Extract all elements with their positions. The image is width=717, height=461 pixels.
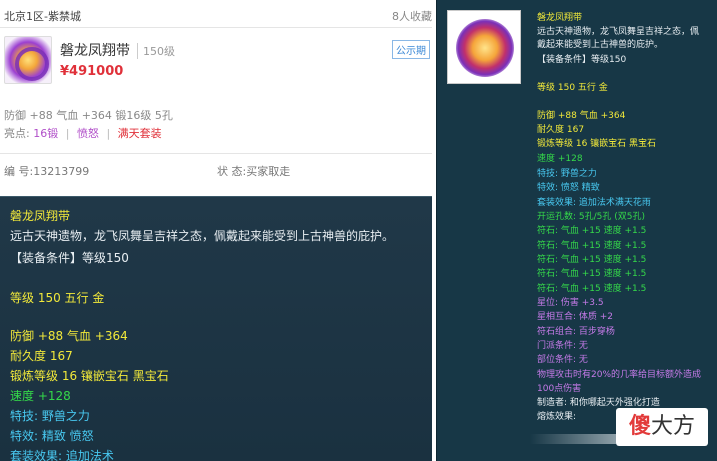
item-icon[interactable] — [4, 36, 52, 84]
tooltip-line-9: 特效: 精致 愤怒 — [10, 429, 94, 443]
server-label: 北京1区-紫禁城 — [4, 10, 81, 23]
detail-line-25: 制造者: 和你哪起天外强化打造 — [537, 398, 660, 408]
detail-line-22: 部位条件: 无 — [537, 355, 588, 365]
detail-line-10: 特效: 愤怒 精致 — [537, 183, 600, 193]
item-price: ¥491000 — [60, 64, 124, 79]
detail-line-11: 套装效果: 追加法术满天花雨 — [537, 198, 651, 208]
detail-line-23: 物理攻击时有20%的几率给目标额外造成 — [537, 370, 702, 380]
watermark-logo: 傻大方 — [616, 408, 708, 446]
detail-line-14: 符石: 气血 +15 速度 +1.5 — [537, 241, 647, 251]
listing-header: 北京1区-紫禁城 8人收藏 — [0, 0, 432, 28]
item-stats: 防御 +88 气血 +364 锻16级 5孔 — [4, 109, 173, 122]
tooltip-line-7: 速度 +128 — [10, 389, 71, 403]
detail-line-9: 特技: 野兽之力 — [537, 169, 597, 179]
detail-line-16: 符石: 气血 +15 速度 +1.5 — [537, 269, 647, 279]
detail-line-24: 100点伤害 — [537, 384, 582, 394]
divider — [0, 153, 432, 154]
detail-line-18: 星位: 伤害 +3.5 — [537, 298, 604, 308]
tooltip-item-icon — [447, 10, 521, 84]
tooltip-line-4: 防御 +88 气血 +364 — [10, 329, 128, 343]
detail-line-3: 【装备条件】等级150 — [537, 55, 627, 65]
tooltip-line-2: 【装备条件】等级150 — [10, 251, 129, 265]
detail-line-1: 远古天神遗物，龙飞凤舞呈吉祥之态，佩 — [537, 27, 700, 37]
decorative-fade — [530, 434, 616, 444]
detail-line-0: 磐龙凤翔带 — [537, 13, 583, 23]
detail-line-8: 速度 +128 — [537, 154, 583, 164]
tooltip-line-1: 远古天神遗物，龙飞凤舞呈吉祥之态，佩戴起来能受到上古神兽的庇护。 — [10, 229, 395, 243]
detail-line-26: 熔炼效果: — [537, 412, 577, 422]
detail-line-19: 星相互合: 体质 +2 — [537, 312, 614, 322]
tooltip-line-8: 特技: 野兽之力 — [10, 409, 90, 423]
detail-line-15: 符石: 气血 +15 速度 +1.5 — [537, 255, 647, 265]
highlight-tags: 亮点: 16锻 | 愤怒 | 满天套装 — [4, 127, 162, 140]
detail-line-17: 符石: 气血 +15 速度 +1.5 — [537, 284, 647, 294]
item-level: 150级 — [137, 43, 175, 59]
detail-line-7: 锻炼等级 16 镶嵌宝石 黑宝石 — [537, 139, 657, 149]
tag-set: 满天套装 — [117, 127, 162, 140]
tooltip-line-3: 等级 150 五行 金 — [10, 291, 105, 305]
detail-line-21: 门派条件: 无 — [537, 341, 588, 351]
item-name[interactable]: 磐龙凤翔带 — [60, 40, 130, 60]
favorites-count[interactable]: 8人收藏 — [392, 8, 432, 24]
detail-line-12: 开运孔数: 5孔/5孔 (双5孔) — [537, 212, 645, 222]
tooltip-line-6: 锻炼等级 16 镶嵌宝石 黑宝石 — [10, 369, 169, 383]
item-tooltip-large: 磐龙凤翔带远古天神遗物，龙飞凤舞呈吉祥之态，佩戴起来能受到上古神兽的庇护。 【装备… — [0, 196, 432, 461]
detail-line-2: 戴起来能受到上古神兽的庇护。 — [537, 40, 664, 50]
item-tooltip-detail: 磐龙凤翔带远古天神遗物，龙飞凤舞呈吉祥之态，佩 戴起来能受到上古神兽的庇护。 【装备… — [436, 0, 717, 461]
detail-line-6: 耐久度 167 — [537, 125, 585, 135]
tooltip-line-10: 套装效果: 追加法术 — [10, 449, 114, 461]
listing-card[interactable]: 北京1区-紫禁城 8人收藏 磐龙凤翔带 150级 ¥491000 公示期 防御 … — [0, 0, 432, 196]
status-badge: 公示期 — [392, 40, 430, 59]
tag-forge: 16锻 — [33, 127, 59, 140]
serial-number: 编 号:13213799 — [4, 165, 90, 178]
tooltip-line-5: 耐久度 167 — [10, 349, 73, 363]
trade-status: 状 态:买家取走 — [217, 165, 291, 178]
tags-label: 亮点: — [4, 127, 30, 140]
detail-line-20: 符石组合: 百步穿杨 — [537, 327, 615, 337]
detail-line-13: 符石: 气血 +15 速度 +1.5 — [537, 226, 647, 236]
tooltip-line-0: 磐龙凤翔带 — [10, 209, 71, 223]
tag-anger: 愤怒 — [76, 127, 99, 140]
detail-line-5: 防御 +88 气血 +364 — [537, 111, 626, 121]
detail-line-4: 等级 150 五行 金 — [537, 83, 608, 93]
